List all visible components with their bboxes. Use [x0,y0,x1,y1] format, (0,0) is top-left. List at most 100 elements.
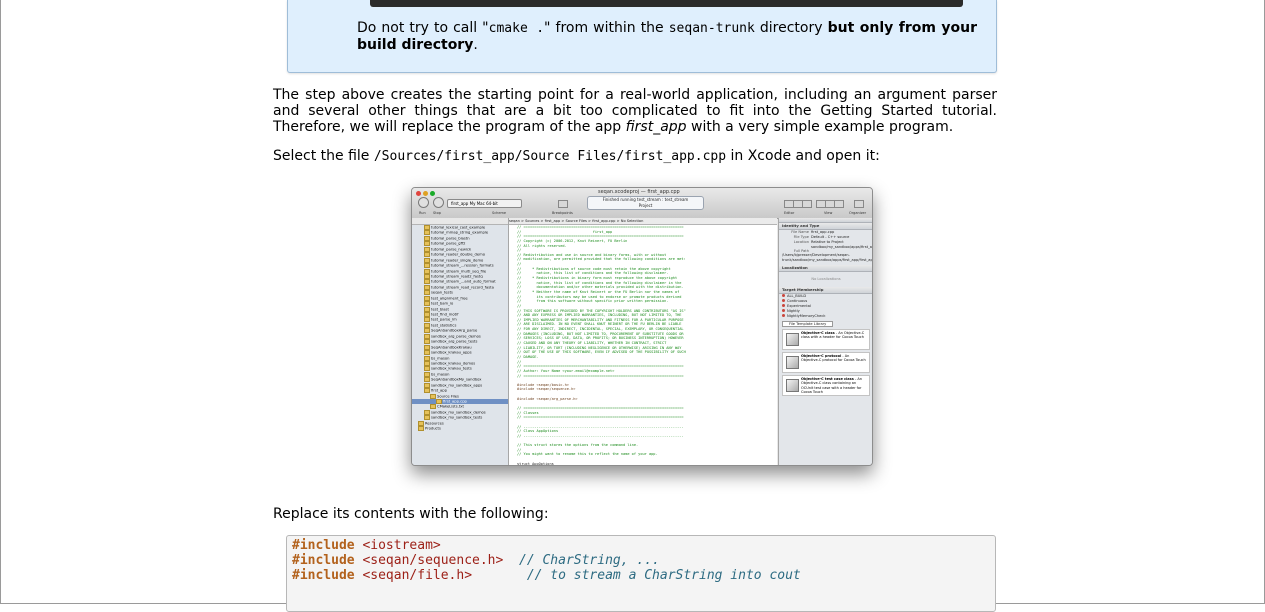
navigator-item-label: SeqAnSandboxArg_parse [431,328,478,333]
library-item-title: Objective-C test case class [801,376,854,381]
no-localizations: No Localizations [811,276,841,281]
target-icon [782,309,785,313]
code-line-2: #include <seqan/sequence.h> // CharStrin… [292,553,660,568]
activity-view: Finished running test_stream : test_stre… [587,196,704,210]
folder-icon [424,279,430,285]
target-icon [782,299,785,303]
stop-icon [433,197,444,208]
breakpoints-icon [558,200,568,208]
location-value: Relative to Project [811,240,844,244]
para-text: with a very simple example program. [686,119,954,135]
navigator-item-label: SeqAnSandboxMy_sandbox [431,377,482,382]
folder-icon [430,404,436,410]
navigator-item-label: sandbox_krakau_demos [431,361,476,366]
folder-icon [424,415,430,421]
source-editor: // =====================================… [509,225,777,465]
navigator-item-label: first_app.cpp [443,399,467,404]
folder-icon [424,230,430,236]
close-dot-icon [416,191,421,196]
folder-icon [424,322,430,328]
note-cmake-code: cmake . [488,21,545,36]
navigator-item-label: Source Files [437,394,459,399]
navigator-item-label: test_bam_io [431,301,454,306]
paragraph-select-file: Select the file /Sources/first_app/Sourc… [273,148,997,165]
navigator-item-label: tutorial_stream_read2_fastq [431,274,483,279]
folder-icon [424,225,430,230]
library-item-title: Objective-C class [801,330,835,335]
navigator-item-label: sandbox_krakau_apps [431,350,472,355]
note-text: Do not try to call "cmake ." from within… [357,20,977,53]
folder-icon [424,360,430,366]
code-include-path: <iostream> [354,538,441,553]
navigator-item-label: seqan_tests [431,290,453,295]
folder-icon [424,366,430,372]
file-type-value: Default - C++ source [811,235,850,239]
navigator-item-label: sandbox_arg_parse_tests [431,339,478,344]
navigator-item-label: test_find_motif [431,312,459,317]
folder-icon [436,399,442,404]
folder-icon [424,328,430,334]
toolbar-label-organizer: Organizer [849,211,867,215]
folder-icon [424,268,430,274]
para-italic-appname: first_app [625,119,687,135]
template-cube-icon [786,332,799,346]
editor-line: struct AppOptions [517,461,554,465]
project-navigator: tutorial_lexical_cast_example tutorial_mm… [412,218,509,465]
utilities-pane: Identity and Type File Name first_app.cpp… [778,218,872,465]
folder-icon [424,312,430,317]
library-select: File Template Library [782,320,834,327]
note-text-part: . [473,37,478,53]
navigator-item-label: CMakeLists.txt [437,404,464,409]
toolbar-label-scheme: Scheme [492,211,507,215]
navigator-item[interactable]: Products [412,426,508,432]
navigator-item-label: tutorial_stream_multi_seq_file [431,269,487,273]
toolbar-label-breakpoints: Breakpoints [552,211,573,215]
navigator-item-label: tutorial_lexical_cast_example [431,225,486,230]
minimize-dot-icon [423,191,428,196]
navigator-item-label: tutorial_stream_read_record_fasta [431,285,494,290]
code-comment: // CharString, ... [503,553,660,568]
folder-icon [424,355,430,361]
folder-icon [424,388,430,394]
folder-icon [424,350,430,356]
navigator-item-label: Resources [425,421,444,426]
navigator-item-label: Products [425,426,441,431]
target-icon [782,294,785,298]
target-label: Continuous [787,298,808,303]
localization-header: Localization [779,264,872,272]
navigator-item-label: sandbox_my_sandbox_demos [431,410,486,415]
folder-icon [424,344,430,350]
toolbar-label-editor: Editor [784,211,795,215]
navigator-item-label: sandbox_my_sandbox_tests [431,415,483,420]
navigator-list: tutorial_lexical_cast_example tutorial_mm… [412,225,508,432]
library-item[interactable]: Objective-C class - An Objective-C class… [782,328,870,350]
library-item[interactable]: Objective-C protocol - An Objective-C pr… [782,351,870,373]
folder-icon [424,257,430,263]
template-cube-icon [786,378,799,392]
folder-icon [424,241,430,247]
location-label: Location [793,240,809,244]
library-item[interactable]: Objective-C test case class - An Objecti… [782,374,870,396]
navigator-selector-bar [412,218,508,225]
full-path-row: Full Path/Users/bjpresser/Development/se… [779,249,872,262]
folder-icon [424,301,430,307]
editor-version-icon [802,200,812,208]
navigator-item-label: tutorial_parse_newick [431,247,472,252]
run-icon [418,197,429,208]
navigator-item-label: tutorial_mmap_string_example [431,230,489,235]
toolbar-label-stop: Stop [433,211,441,215]
target-item[interactable]: NightlyMemoryCheck [779,314,872,319]
library-list: Objective-C class - An Objective-C class… [779,328,872,396]
navigator-item-label: tutorial_reader_single_demo [431,258,484,263]
code-include-path: <seqan/file.h> [354,568,473,583]
para-text: in Xcode and open it: [726,148,880,164]
navigator-item-label: sandbox_my_sandbox_apps [431,383,483,388]
navigator-item-label: bs_mason [431,356,450,360]
navigator-item-label: SeqAnSandboxKrakau [431,345,472,350]
code-comment: // to stream a CharString into cout [472,568,801,583]
code-preprocessor: #include [292,568,355,583]
folder-icon [424,409,430,415]
code-preprocessor: #include [292,553,355,568]
file-name-value: first_app.cpp [811,230,835,234]
target-header: Target Membership [779,286,872,294]
